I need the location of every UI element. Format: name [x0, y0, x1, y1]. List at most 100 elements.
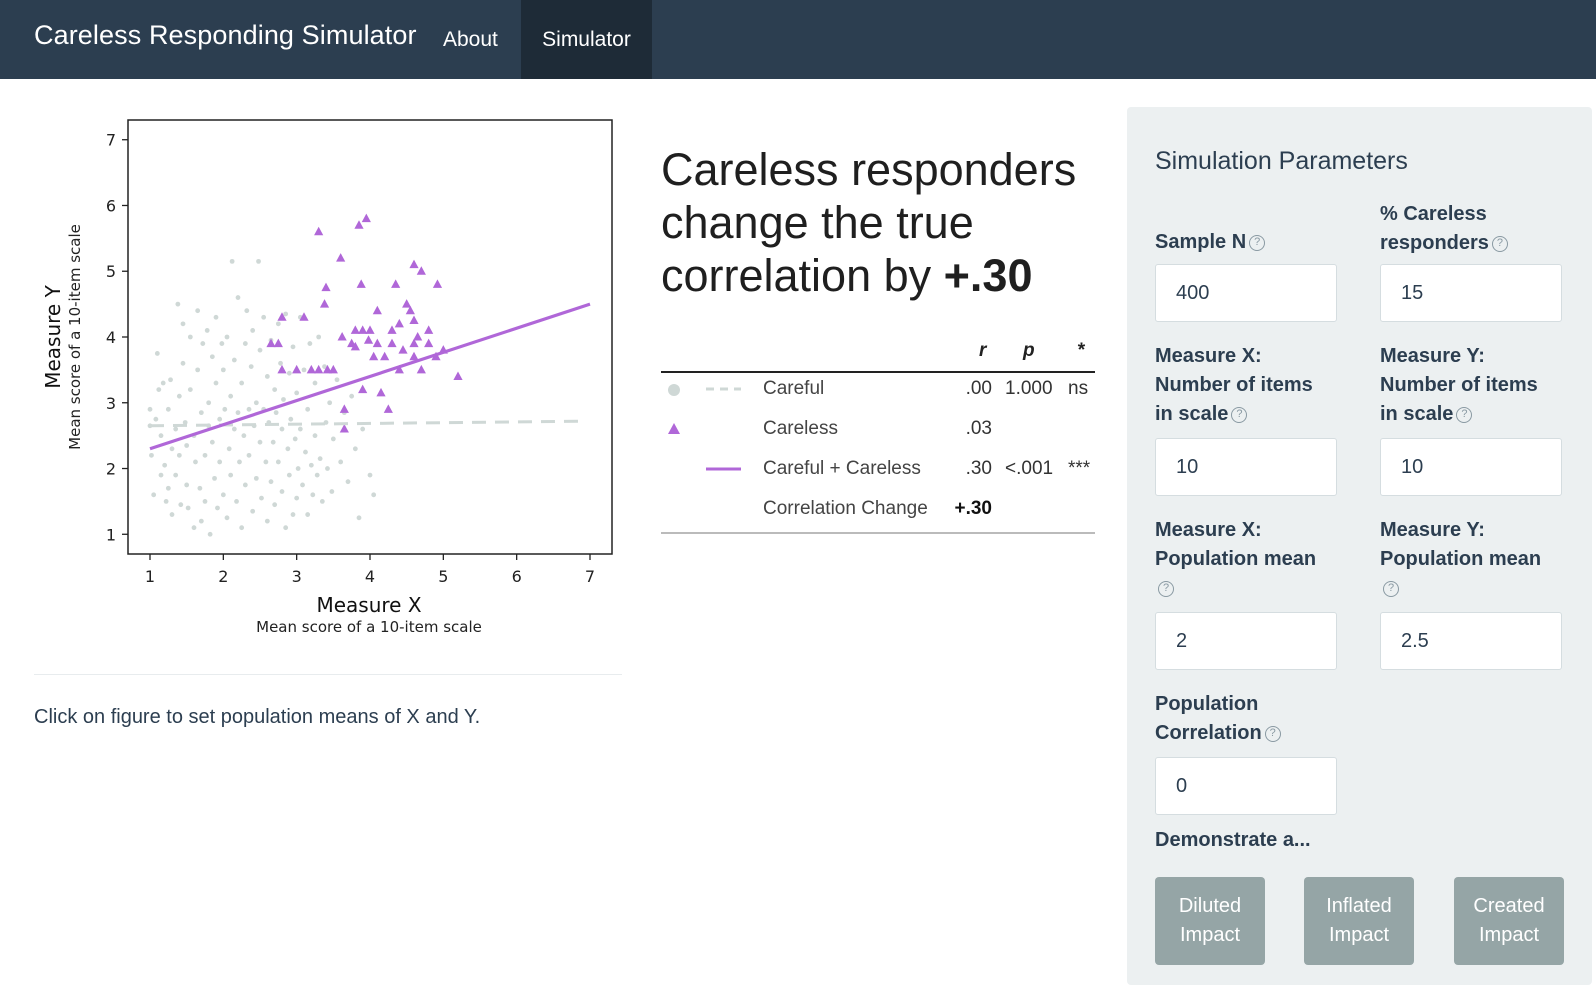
careless-point: [387, 338, 397, 348]
row-label: Careless: [763, 418, 838, 439]
row-p: <.001: [1005, 458, 1054, 479]
careful-point: [248, 364, 254, 369]
careful-point: [169, 446, 175, 452]
legend-careful-icon: [668, 384, 741, 396]
careful-point: [246, 452, 252, 458]
careful-point: [220, 492, 226, 498]
mean-x-input[interactable]: [1155, 612, 1337, 670]
careful-point: [229, 258, 235, 264]
y-tick-label: 3: [106, 394, 116, 413]
careless-point: [398, 345, 408, 354]
legend-combined-icon: [706, 467, 741, 471]
careful-point: [173, 472, 179, 478]
careless-point: [453, 371, 463, 380]
careful-point: [173, 426, 179, 432]
help-icon[interactable]: ?: [1158, 580, 1174, 597]
careful-point: [294, 390, 300, 396]
careful-point: [165, 485, 171, 491]
help-icon[interactable]: ?: [1264, 725, 1281, 742]
careful-point: [234, 498, 239, 504]
careful-point: [257, 347, 263, 353]
inflated-impact-button[interactable]: Inflated Impact: [1304, 877, 1414, 965]
items-y-label: Measure Y: Number of items in scale?: [1380, 342, 1560, 429]
careful-point: [330, 436, 336, 442]
careful-point: [312, 380, 318, 386]
careless-point: [383, 404, 393, 413]
scatter-plot[interactable]: 1 2 3 4 5 6 7 1 2 3 4 5 6 7 Measure X Mean score of a…: [0, 100, 640, 660]
careless-point: [361, 213, 371, 223]
row-sig: ***: [1068, 458, 1091, 479]
careless-point: [363, 335, 374, 344]
x-tick-label: 6: [512, 567, 522, 586]
careful-point: [352, 446, 358, 452]
careful-point: [305, 512, 311, 517]
careful-point: [200, 341, 206, 346]
careful-point: [283, 525, 289, 531]
careful-point: [310, 492, 316, 498]
careless-point: [319, 299, 330, 308]
row-r: .00: [965, 378, 992, 399]
x-axis-sublabel: Mean score of a 10-item scale: [256, 618, 482, 636]
scatter-plot-area[interactable]: 1 2 3 4 5 6 7 1 2 3 4 5 6 7 Measure X Mean score of a…: [0, 100, 640, 660]
parameters-panel: Simulation Parameters Sample N? % Carele…: [1127, 107, 1592, 985]
careful-point: [250, 328, 256, 333]
header-sig: *: [1077, 340, 1085, 361]
items-x-input[interactable]: [1155, 438, 1337, 496]
careless-point: [409, 351, 419, 361]
nav-item-about[interactable]: About: [423, 0, 518, 79]
careful-point: [222, 406, 228, 412]
help-icon[interactable]: ?: [1249, 234, 1266, 251]
careful-point: [246, 406, 252, 412]
help-icon[interactable]: ?: [1491, 235, 1508, 252]
careful-point: [279, 426, 285, 432]
careful-point: [147, 406, 153, 412]
careless-point: [277, 364, 287, 374]
careful-point: [209, 439, 215, 445]
plot-hint: Click on figure to set population means …: [34, 706, 481, 728]
careless-point: [372, 338, 382, 348]
careful-point: [212, 475, 217, 481]
careful-point: [253, 400, 259, 406]
careful-point: [184, 443, 190, 448]
careful-point: [178, 502, 184, 508]
sample-n-input[interactable]: [1155, 264, 1337, 322]
demonstrate-label: Demonstrate a...: [1155, 829, 1311, 851]
row-r: .30: [965, 458, 992, 479]
careful-point: [264, 518, 270, 524]
careful-point: [202, 498, 208, 504]
table-row-change: Correlation Change +.30: [661, 494, 1095, 524]
x-tick-label: 5: [438, 567, 448, 586]
careful-point: [149, 452, 154, 458]
careless-point: [376, 387, 386, 397]
label-text: Population Correlation: [1155, 693, 1262, 744]
careful-point: [275, 321, 281, 327]
help-icon[interactable]: ?: [1231, 406, 1248, 423]
careful-point: [158, 433, 164, 439]
help-icon[interactable]: ?: [1456, 406, 1473, 423]
careful-point: [163, 498, 169, 504]
header-r: r: [979, 340, 987, 361]
help-icon[interactable]: ?: [1383, 580, 1399, 597]
careful-point: [283, 311, 289, 317]
careful-point: [220, 367, 226, 373]
careful-point: [193, 459, 198, 465]
y-tick-label: 1: [106, 525, 116, 544]
careful-point: [160, 380, 166, 386]
correlation-input[interactable]: [1155, 757, 1337, 815]
brand-title[interactable]: Careless Responding Simulator: [34, 20, 417, 51]
careless-point: [369, 351, 379, 361]
items-y-input[interactable]: [1380, 438, 1562, 496]
careful-point: [242, 482, 248, 488]
careful-point: [290, 512, 296, 517]
pct-careless-input[interactable]: [1380, 264, 1562, 322]
created-impact-button[interactable]: Created Impact: [1454, 877, 1564, 965]
diluted-impact-button[interactable]: Diluted Impact: [1155, 877, 1265, 965]
careful-point: [286, 472, 292, 478]
mean-y-input[interactable]: [1380, 612, 1562, 670]
careless-point: [358, 325, 368, 334]
nav-item-simulator[interactable]: Simulator: [521, 0, 652, 79]
careful-point: [290, 344, 296, 350]
careful-point: [314, 472, 320, 478]
table-bottom-rule: [661, 532, 1095, 534]
careless-point: [424, 325, 434, 334]
